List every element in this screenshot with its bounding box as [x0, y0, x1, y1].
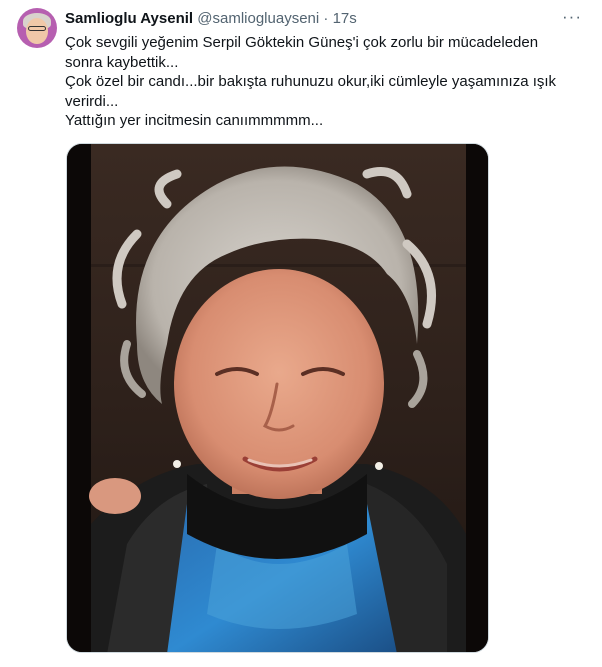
author-name[interactable]: Samlioglu Aysenil — [65, 10, 193, 27]
more-horizontal-icon[interactable]: ··· — [562, 7, 582, 27]
tweet-text: Çok sevgili yeğenim Serpil Göktekin Güne… — [65, 33, 585, 131]
tweet[interactable]: Samlioglu Aysenil @samliogluayseni · 17s… — [0, 0, 602, 667]
tweet-header: Samlioglu Aysenil @samliogluayseni · 17s — [65, 9, 357, 29]
timestamp[interactable]: 17s — [333, 10, 357, 27]
tweet-line: verirdi... — [65, 92, 119, 110]
avatar-glasses — [28, 26, 46, 31]
photo-illustration — [67, 144, 488, 652]
separator: · — [323, 10, 329, 27]
tweet-line: sonra kaybettik... — [65, 53, 179, 71]
tweet-line: Çok özel bir candı...bir bakışta ruhunuz… — [65, 73, 557, 90]
author-handle[interactable]: @samliogluayseni — [197, 10, 319, 27]
avatar[interactable] — [17, 8, 57, 48]
avatar-face — [26, 18, 48, 44]
tweet-photo[interactable] — [66, 143, 489, 653]
tweet-line: Yattığın yer incitmesin canıımmmmm... — [65, 112, 324, 129]
tweet-line: Çok sevgili yeğenim Serpil Göktekin Güne… — [65, 34, 539, 51]
